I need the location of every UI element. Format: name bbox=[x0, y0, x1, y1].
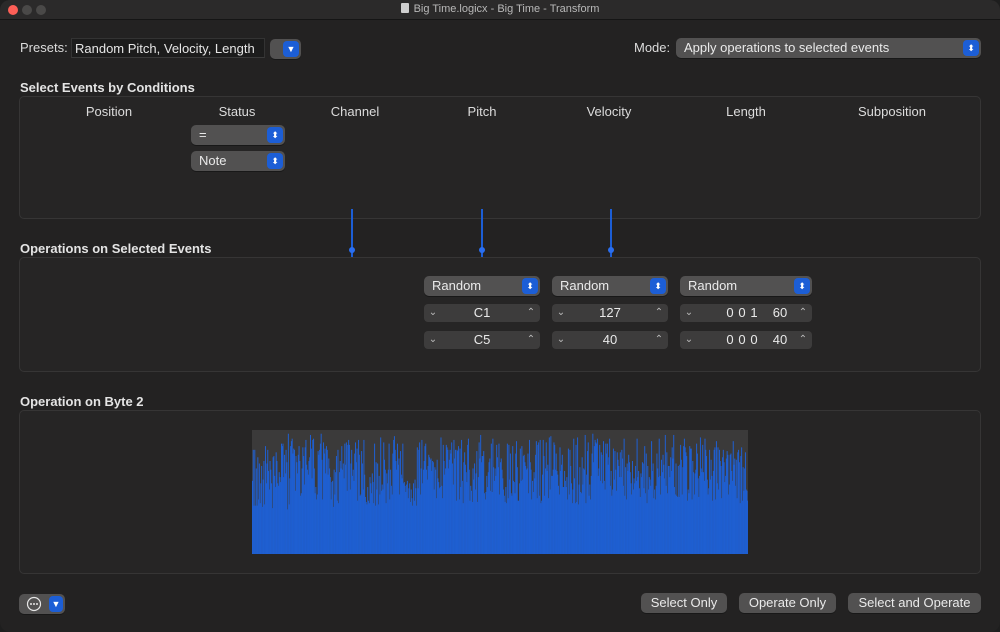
byte2-map-graph[interactable] bbox=[252, 430, 749, 554]
status-condition-value: = bbox=[199, 127, 207, 142]
operate-only-button[interactable]: Operate Only bbox=[739, 593, 836, 613]
length-value2-division: 0 bbox=[750, 332, 758, 347]
action-menu-button[interactable]: ▼ bbox=[19, 594, 65, 614]
chevron-up-icon[interactable]: ⌃ bbox=[794, 304, 812, 322]
length-value2-beat: 0 bbox=[738, 332, 746, 347]
window-title-wrap: Big Time.logicx - Big Time - Transform bbox=[0, 3, 1000, 15]
length-operation-value: Random bbox=[688, 278, 738, 293]
length-value1-division: 1 bbox=[750, 305, 758, 320]
velocity-operation-value: Random bbox=[560, 278, 610, 293]
length-operation-popup[interactable]: Random ⬍ bbox=[680, 276, 812, 296]
chevron-down-icon: ▼ bbox=[283, 41, 299, 57]
pitch-operation-popup[interactable]: Random ⬍ bbox=[424, 276, 540, 296]
chevron-up-icon[interactable]: ⌃ bbox=[650, 304, 668, 322]
byte2-title: Operation on Byte 2 bbox=[20, 394, 144, 409]
pitch-operation-value: Random bbox=[432, 278, 482, 293]
updown-chevron-icon: ⬍ bbox=[794, 278, 810, 294]
length-value2-bar: 0 bbox=[726, 332, 734, 347]
chevron-up-icon[interactable]: ⌃ bbox=[650, 331, 668, 349]
updown-chevron-icon: ⬍ bbox=[963, 40, 979, 56]
col-velocity: Velocity bbox=[586, 104, 632, 119]
col-pitch: Pitch bbox=[467, 104, 497, 119]
select-and-operate-button[interactable]: Select and Operate bbox=[848, 593, 981, 613]
updown-chevron-icon: ⬍ bbox=[267, 153, 283, 169]
chevron-down-icon[interactable]: ⌄ bbox=[424, 331, 442, 349]
ellipsis-circle-icon bbox=[26, 596, 42, 612]
conditions-title: Select Events by Conditions bbox=[20, 80, 195, 95]
mode-value: Apply operations to selected events bbox=[684, 40, 890, 55]
col-length: Length bbox=[726, 104, 766, 119]
velocity-value2-stepper[interactable]: ⌄ 40 ⌃ bbox=[552, 331, 668, 349]
velocity-value1-stepper[interactable]: ⌄ 127 ⌃ bbox=[552, 304, 668, 322]
col-position: Position bbox=[85, 104, 133, 119]
pitch-value1: C1 bbox=[473, 305, 491, 320]
presets-menu-button[interactable]: ▼ bbox=[270, 39, 301, 59]
velocity-connector-handle[interactable] bbox=[608, 247, 614, 253]
col-subposition: Subposition bbox=[858, 104, 926, 119]
title-bar: Big Time.logicx - Big Time - Transform bbox=[0, 0, 1000, 20]
pitch-value2: C5 bbox=[473, 332, 491, 347]
chevron-down-icon[interactable]: ⌄ bbox=[424, 304, 442, 322]
status-condition-popup[interactable]: = ⬍ bbox=[191, 125, 285, 145]
length-value1-tick: 60 bbox=[772, 305, 788, 320]
select-only-button[interactable]: Select Only bbox=[641, 593, 727, 613]
operations-title: Operations on Selected Events bbox=[20, 241, 212, 256]
presets-field[interactable]: Random Pitch, Velocity, Length bbox=[71, 38, 265, 58]
col-channel: Channel bbox=[330, 104, 380, 119]
chevron-down-icon[interactable]: ⌄ bbox=[552, 331, 570, 349]
chevron-up-icon[interactable]: ⌃ bbox=[794, 331, 812, 349]
length-value2-stepper[interactable]: ⌄ 0 0 0 40 ⌃ bbox=[680, 331, 812, 349]
length-value1-beat: 0 bbox=[738, 305, 746, 320]
length-value2-tick: 40 bbox=[772, 332, 788, 347]
updown-chevron-icon: ⬍ bbox=[267, 127, 283, 143]
channel-connector-handle[interactable] bbox=[349, 247, 355, 253]
chevron-up-icon[interactable]: ⌃ bbox=[522, 331, 540, 349]
updown-chevron-icon: ⬍ bbox=[522, 278, 538, 294]
pitch-connector-handle[interactable] bbox=[479, 247, 485, 253]
col-status: Status bbox=[218, 104, 256, 119]
chevron-down-icon[interactable]: ⌄ bbox=[680, 304, 698, 322]
velocity-operation-popup[interactable]: Random ⬍ bbox=[552, 276, 668, 296]
pitch-value1-stepper[interactable]: ⌄ C1 ⌃ bbox=[424, 304, 540, 322]
chevron-up-icon[interactable]: ⌃ bbox=[522, 304, 540, 322]
presets-value: Random Pitch, Velocity, Length bbox=[75, 41, 255, 56]
transform-window: Big Time.logicx - Big Time - Transform P… bbox=[0, 0, 1000, 632]
window-title: Big Time.logicx - Big Time - Transform bbox=[413, 3, 600, 15]
byte2-map-bars[interactable] bbox=[252, 430, 749, 554]
velocity-value2: 40 bbox=[602, 332, 618, 347]
updown-chevron-icon: ⬍ bbox=[650, 278, 666, 294]
chevron-down-icon: ▼ bbox=[49, 596, 63, 612]
length-value1-bar: 0 bbox=[726, 305, 734, 320]
mode-popup[interactable]: Apply operations to selected events ⬍ bbox=[676, 38, 981, 58]
length-value1-stepper[interactable]: ⌄ 0 0 1 60 ⌃ bbox=[680, 304, 812, 322]
velocity-value1: 127 bbox=[599, 305, 621, 320]
pitch-value2-stepper[interactable]: ⌄ C5 ⌃ bbox=[424, 331, 540, 349]
status-value: Note bbox=[199, 153, 227, 168]
byte2-bar[interactable] bbox=[747, 500, 749, 554]
presets-label: Presets: bbox=[20, 40, 68, 55]
document-icon bbox=[400, 3, 409, 13]
status-value-popup[interactable]: Note ⬍ bbox=[191, 151, 285, 171]
chevron-down-icon[interactable]: ⌄ bbox=[552, 304, 570, 322]
mode-label: Mode: bbox=[634, 40, 671, 55]
chevron-down-icon[interactable]: ⌄ bbox=[680, 331, 698, 349]
